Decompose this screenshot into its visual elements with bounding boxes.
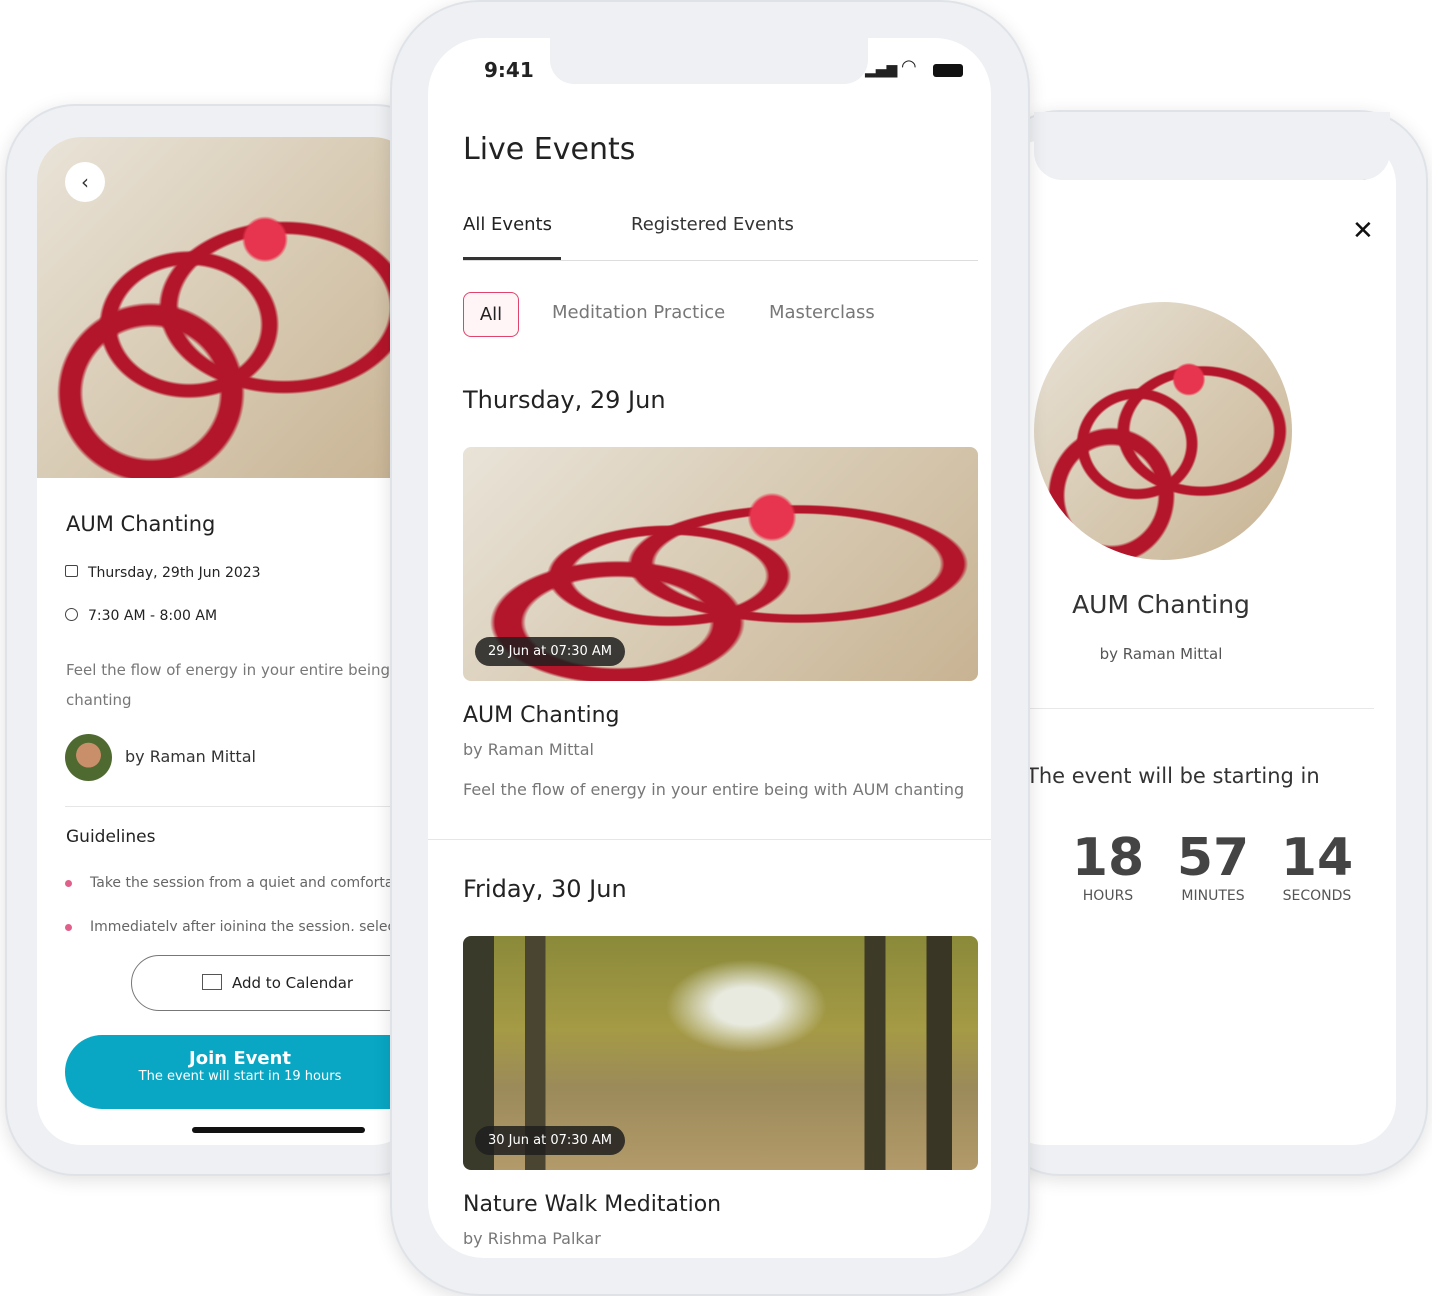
- tabs-divider: [463, 260, 978, 261]
- chip-label: All: [479, 304, 503, 325]
- event-description: Feel the flow of energy in your entire b…: [463, 780, 965, 799]
- divider: [65, 806, 417, 807]
- notch: [550, 38, 868, 84]
- close-button[interactable]: ✕: [1352, 216, 1374, 246]
- join-label: Join Event: [189, 1048, 291, 1069]
- event-description: Feel the flow of energy in your entire b…: [66, 661, 417, 709]
- event-time: 7:30 AM - 8:00 AM: [65, 608, 217, 624]
- add-to-calendar-button[interactable]: Add to Calendar: [131, 955, 417, 1011]
- countdown-minutes: 57 MINUTES: [1168, 828, 1258, 904]
- signal-icon: ▂▄▆: [865, 62, 898, 78]
- event-title: AUM Chanting: [1072, 590, 1250, 619]
- home-indicator: [192, 1127, 365, 1133]
- battery-icon: [933, 64, 963, 77]
- guideline-item: Immediately after joining the session, s…: [65, 919, 410, 931]
- calendar-icon: [65, 565, 78, 577]
- chip-label: Masterclass: [769, 302, 875, 323]
- chip-label: Meditation Practice: [552, 302, 726, 323]
- countdown-seconds: 14 SECONDS: [1272, 828, 1362, 904]
- guidelines-title: Guidelines: [66, 827, 156, 847]
- countdown-value: 18: [1071, 828, 1145, 888]
- event-date: Thursday, 29th Jun 2023: [65, 565, 261, 581]
- back-button[interactable]: ‹: [65, 162, 105, 202]
- countdown-label: MINUTES: [1181, 888, 1245, 904]
- guideline-item: Take the session from a quiet and comfor…: [65, 875, 417, 891]
- divider: [1000, 708, 1374, 709]
- left-screen: ‹ AUM Chanting Thursday, 29th Jun 2023 7…: [37, 137, 417, 1145]
- countdown-value: 57: [1176, 828, 1250, 888]
- clock-icon: [65, 608, 78, 621]
- wifi-icon: ◠: [901, 56, 917, 77]
- page-title: Live Events: [463, 132, 636, 167]
- time-text: 7:30 AM - 8:00 AM: [88, 608, 218, 624]
- starting-in-text: The event will be starting in: [1026, 764, 1320, 788]
- chevron-left-icon: ‹: [81, 170, 89, 194]
- status-time: 9:41: [484, 58, 534, 82]
- chip-meditation-practice[interactable]: Meditation Practice: [552, 302, 725, 323]
- event-host: by Rishma Palkar: [463, 1229, 601, 1248]
- guideline-text: Immediately after joining the session, s…: [90, 919, 410, 931]
- chip-masterclass[interactable]: Masterclass: [769, 302, 875, 323]
- event-host: by Raman Mittal: [463, 740, 594, 759]
- bullet-icon: [65, 880, 72, 887]
- right-screen: ▂▄▆ ◠ 44 ✕ AUM Chanting by Raman Mittal …: [1000, 140, 1396, 1145]
- right-notch: [1034, 112, 1390, 180]
- countdown-label: HOURS: [1082, 888, 1134, 904]
- event-title[interactable]: AUM Chanting: [463, 703, 620, 728]
- center-screen: 9:41 ▂▄▆ ◠ Live Events All Events Regist…: [428, 38, 991, 1258]
- host-avatar: [65, 734, 112, 781]
- add-calendar-label: Add to Calendar: [232, 974, 354, 992]
- section-day: Thursday, 29 Jun: [463, 386, 666, 414]
- host-name: by Raman Mittal: [1099, 645, 1223, 663]
- countdown-label: SECONDS: [1282, 888, 1352, 904]
- host-name: by Raman Mittal: [125, 747, 256, 766]
- join-event-button[interactable]: Join Event The event will start in 19 ho…: [65, 1035, 417, 1109]
- event-title: AUM Chanting: [66, 512, 216, 536]
- tab-all-events[interactable]: All Events: [463, 214, 561, 260]
- bullet-icon: [65, 924, 72, 931]
- countdown-hours: 18 HOURS: [1068, 828, 1148, 904]
- event-title[interactable]: Nature Walk Meditation: [463, 1192, 721, 1217]
- event-date-badge: 29 Jun at 07:30 AM: [475, 637, 626, 666]
- section-divider: [428, 839, 991, 840]
- calendar-add-icon: [202, 974, 222, 990]
- date-text: Thursday, 29th Jun 2023: [88, 565, 261, 581]
- event-date-badge: 30 Jun at 07:30 AM: [475, 1126, 626, 1155]
- tab-registered-events[interactable]: Registered Events: [631, 214, 794, 235]
- section-day: Friday, 30 Jun: [463, 875, 627, 903]
- chip-all[interactable]: All: [463, 292, 519, 337]
- join-sublabel: The event will start in 19 hours: [138, 1069, 342, 1084]
- guideline-text: Take the session from a quiet and comfor…: [90, 875, 417, 891]
- event-image-circle: [1034, 302, 1292, 560]
- countdown-value: 14: [1280, 828, 1354, 888]
- tab-label: Registered Events: [631, 214, 794, 235]
- tab-label: All Events: [463, 214, 552, 235]
